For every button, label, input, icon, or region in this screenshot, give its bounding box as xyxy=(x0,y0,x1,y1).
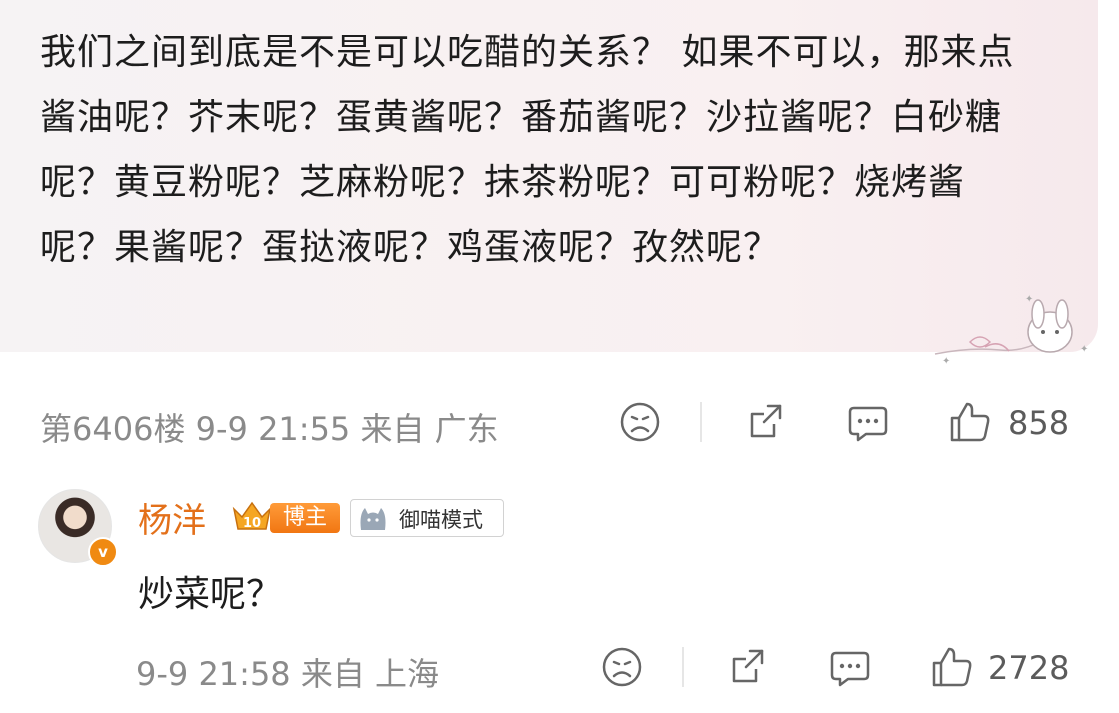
crown-badge-icon: 10 xyxy=(232,501,272,531)
svg-text:✦: ✦ xyxy=(1025,294,1033,305)
divider xyxy=(682,647,684,687)
reply-meta-row: 9-9 21:58 来自 上海 2728 xyxy=(136,643,1096,695)
post-meta-row: 第6406楼 9-9 21:55 来自 广东 858 xyxy=(40,398,1100,450)
comment-icon[interactable] xyxy=(828,645,872,689)
reply-item: v 杨洋 10 博主 御喵模式 炒菜呢？ 9-9 21:58 来自 上海 272… xyxy=(0,485,1119,713)
sticker-bunny-icon: ✦ ✦ ✦ xyxy=(934,294,1088,367)
reply-time: 9-9 21:58 xyxy=(136,655,291,693)
verified-badge: v xyxy=(88,537,118,567)
floor-number: 第6406楼 xyxy=(40,410,186,448)
thumbs-up-icon[interactable] xyxy=(930,645,974,689)
reply-source-prefix: 来自 xyxy=(300,655,365,693)
post-location: 广东 xyxy=(434,410,499,448)
share-icon[interactable] xyxy=(726,645,770,689)
post-like-count: 858 xyxy=(1008,404,1070,442)
svg-text:✦: ✦ xyxy=(1080,344,1088,355)
thumbs-up-icon[interactable] xyxy=(948,400,992,444)
post-meta: 第6406楼 9-9 21:55 来自 广东 xyxy=(40,404,499,450)
badge-level: 10 xyxy=(243,516,261,531)
sad-face-icon[interactable] xyxy=(618,400,662,444)
reply-text: 炒菜呢？ xyxy=(138,574,283,615)
post-time: 9-9 21:55 xyxy=(195,410,351,448)
reply-location: 上海 xyxy=(375,655,440,693)
divider xyxy=(700,402,702,442)
sad-face-icon[interactable] xyxy=(600,645,644,689)
reply-meta: 9-9 21:58 来自 上海 xyxy=(136,649,439,695)
reply-username[interactable]: 杨洋 xyxy=(138,493,206,542)
cat-icon xyxy=(360,508,386,530)
post-source-prefix: 来自 xyxy=(360,410,425,448)
comment-icon[interactable] xyxy=(846,400,890,444)
post-text: 我们之间到底是不是可以吃醋的关系？ 如果不可以，那来点酱油呢？芥末呢？蛋黄酱呢？… xyxy=(40,32,1015,268)
blogger-badge: 博主 xyxy=(270,503,340,533)
mode-badge: 御喵模式 xyxy=(350,499,504,537)
svg-text:✦: ✦ xyxy=(942,356,950,367)
reply-like-count: 2728 xyxy=(988,649,1070,687)
share-icon[interactable] xyxy=(744,400,788,444)
mode-badge-label: 御喵模式 xyxy=(399,508,483,532)
